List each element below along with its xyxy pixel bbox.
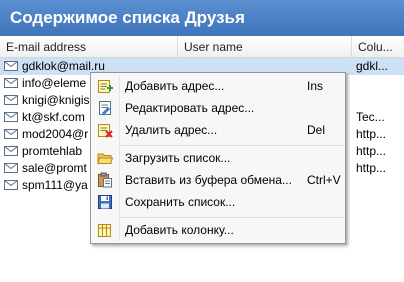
- paste-clipboard-icon: [98, 172, 112, 188]
- mail-icon: [4, 180, 18, 190]
- extra-cell: http...: [356, 144, 387, 158]
- extra-cell: Tec...: [356, 110, 385, 124]
- mail-icon: [4, 95, 18, 105]
- add-column-icon: [98, 224, 111, 237]
- menu-separator: [121, 217, 343, 218]
- email-text: promtehlab: [22, 144, 83, 158]
- email-text: kt@skf.com: [22, 110, 85, 124]
- email-text: gdklok@mail.ru: [22, 59, 105, 73]
- context-menu: Добавить адрес... Ins Редактировать адре…: [90, 72, 346, 244]
- window-title: Содержимое списка Друзья: [0, 0, 404, 36]
- email-text: info@eleme: [22, 76, 87, 90]
- email-text: spm111@ya: [22, 178, 88, 192]
- menu-item-load-list[interactable]: Загрузить список...: [93, 147, 343, 169]
- extra-cell: [356, 75, 404, 92]
- menu-item-add-column[interactable]: Добавить колонку...: [93, 219, 343, 241]
- mail-icon: [4, 112, 18, 122]
- column-header-extra[interactable]: Colu...: [352, 36, 404, 58]
- menu-item-paste-clipboard[interactable]: Вставить из буфера обмена... Ctrl+V: [93, 169, 343, 191]
- mail-icon: [4, 78, 18, 88]
- menu-item-label: Удалить адрес...: [125, 123, 218, 137]
- delete-address-icon: [98, 124, 113, 138]
- menu-item-label: Редактировать адрес...: [125, 101, 255, 115]
- menu-item-delete-address[interactable]: Удалить адрес... Del: [93, 119, 343, 141]
- save-floppy-icon: [98, 195, 112, 209]
- menu-separator: [121, 145, 343, 146]
- add-address-icon: [98, 80, 113, 93]
- mail-icon: [4, 129, 18, 139]
- email-text: sale@promt: [22, 161, 87, 175]
- menu-item-save-list[interactable]: Сохранить список...: [93, 191, 343, 213]
- menu-item-label: Загрузить список...: [125, 151, 231, 165]
- email-text: knigi@knigis: [22, 93, 90, 107]
- extra-cell: http...: [356, 127, 387, 141]
- list-header: E-mail address User name Colu...: [0, 36, 404, 58]
- mail-icon: [4, 61, 18, 71]
- column-header-user-name[interactable]: User name: [178, 36, 352, 58]
- extra-cell: [356, 92, 404, 109]
- menu-item-shortcut: Ins: [307, 79, 324, 93]
- column-header-email[interactable]: E-mail address: [0, 36, 178, 58]
- extra-cell: [356, 177, 404, 194]
- mail-icon: [4, 146, 18, 156]
- menu-item-add-address[interactable]: Добавить адрес... Ins: [93, 75, 343, 97]
- menu-item-label: Добавить адрес...: [125, 79, 225, 93]
- mail-icon: [4, 163, 18, 173]
- menu-item-label: Добавить колонку...: [125, 223, 234, 237]
- menu-item-shortcut: Del: [307, 123, 326, 137]
- menu-item-label: Сохранить список...: [125, 195, 236, 209]
- menu-item-shortcut: Ctrl+V: [307, 173, 341, 187]
- email-text: mod2004@r: [22, 127, 89, 141]
- open-folder-icon: [97, 153, 113, 164]
- menu-item-label: Вставить из буфера обмена...: [125, 173, 292, 187]
- menu-item-edit-address[interactable]: Редактировать адрес...: [93, 97, 343, 119]
- edit-address-icon: [99, 101, 111, 115]
- extra-cell: http...: [356, 161, 387, 175]
- extra-cell: gdkl...: [356, 59, 389, 73]
